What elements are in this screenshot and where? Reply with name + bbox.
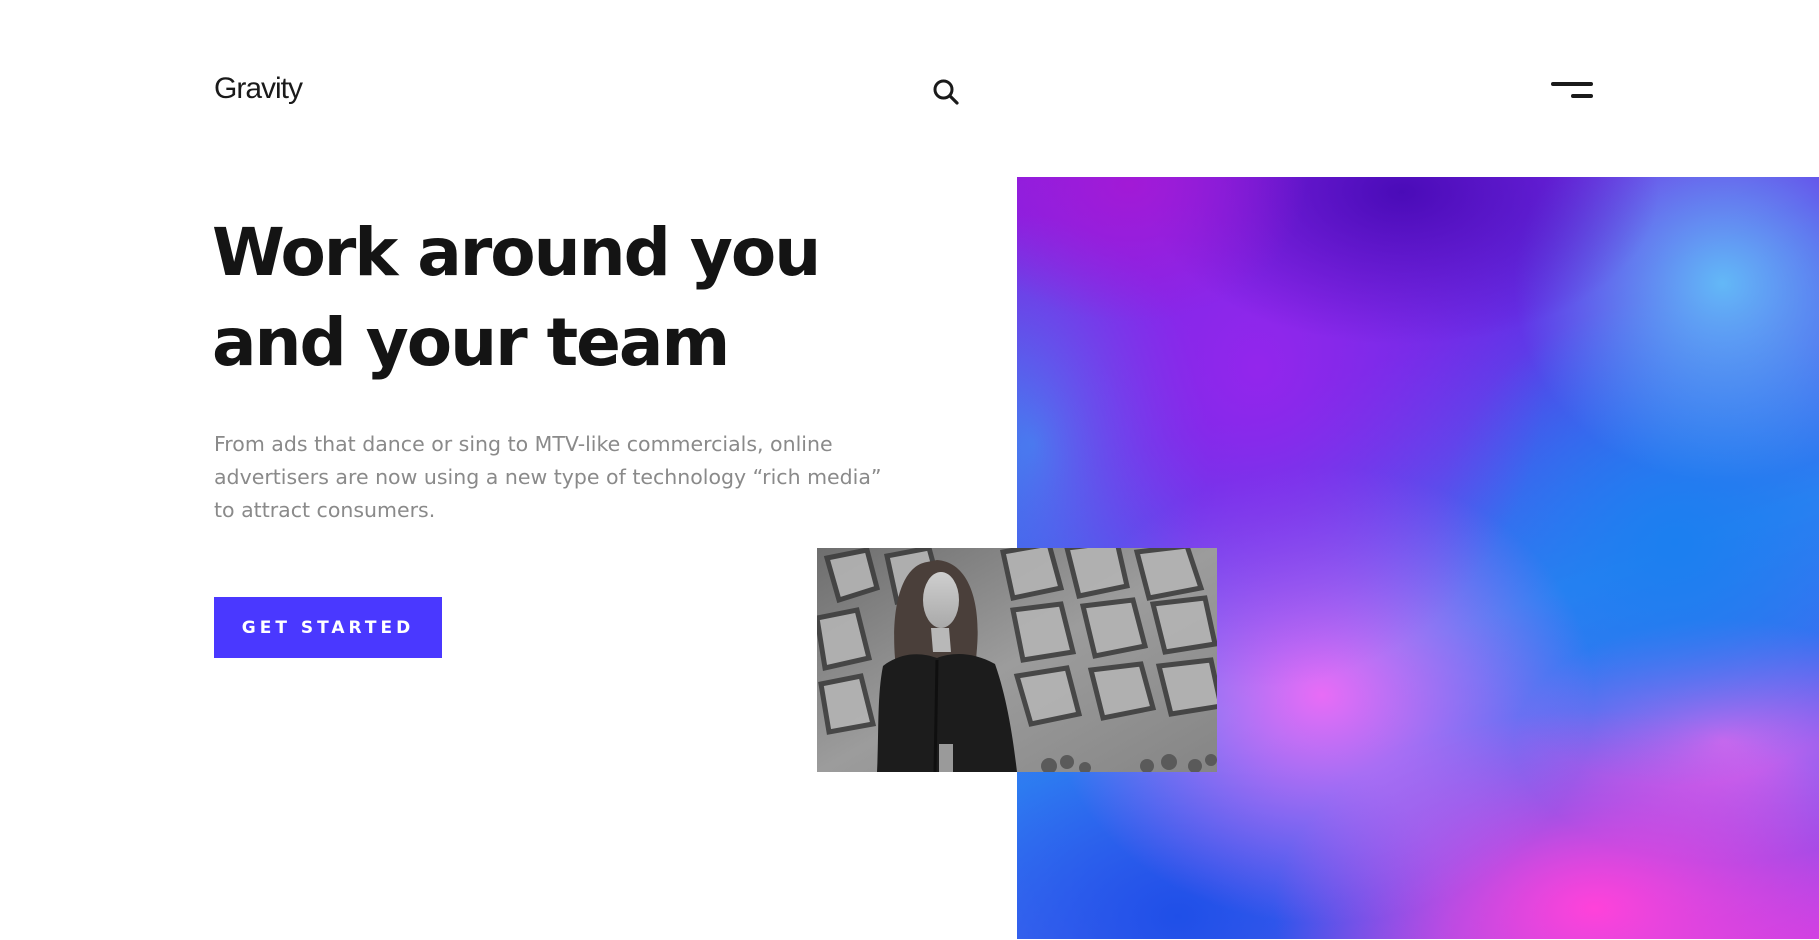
menu-bar-top: [1551, 82, 1593, 86]
search-button[interactable]: [932, 78, 960, 106]
hero-title: Work around you and your team: [212, 208, 852, 388]
hero-title-line-2: and your team: [212, 304, 730, 381]
menu-button[interactable]: [1549, 78, 1595, 104]
logo[interactable]: Gravity: [214, 70, 303, 108]
get-started-button[interactable]: GET STARTED: [214, 597, 442, 658]
menu-bar-bottom: [1571, 94, 1593, 98]
landing-page: Gravity Work around you and your team Fr…: [0, 0, 1819, 940]
hero-description-line-1: From ads that dance or sing to MTV-like …: [214, 432, 833, 456]
hero-description: From ads that dance or sing to MTV-like …: [214, 428, 904, 527]
hero-description-line-2: advertisers are now using a new type of …: [214, 465, 882, 489]
hero-title-line-1: Work around you: [212, 214, 821, 291]
hero-description-line-3: to attract consumers.: [214, 498, 436, 522]
search-icon: [932, 78, 960, 106]
portrait-photo: [817, 548, 1217, 772]
